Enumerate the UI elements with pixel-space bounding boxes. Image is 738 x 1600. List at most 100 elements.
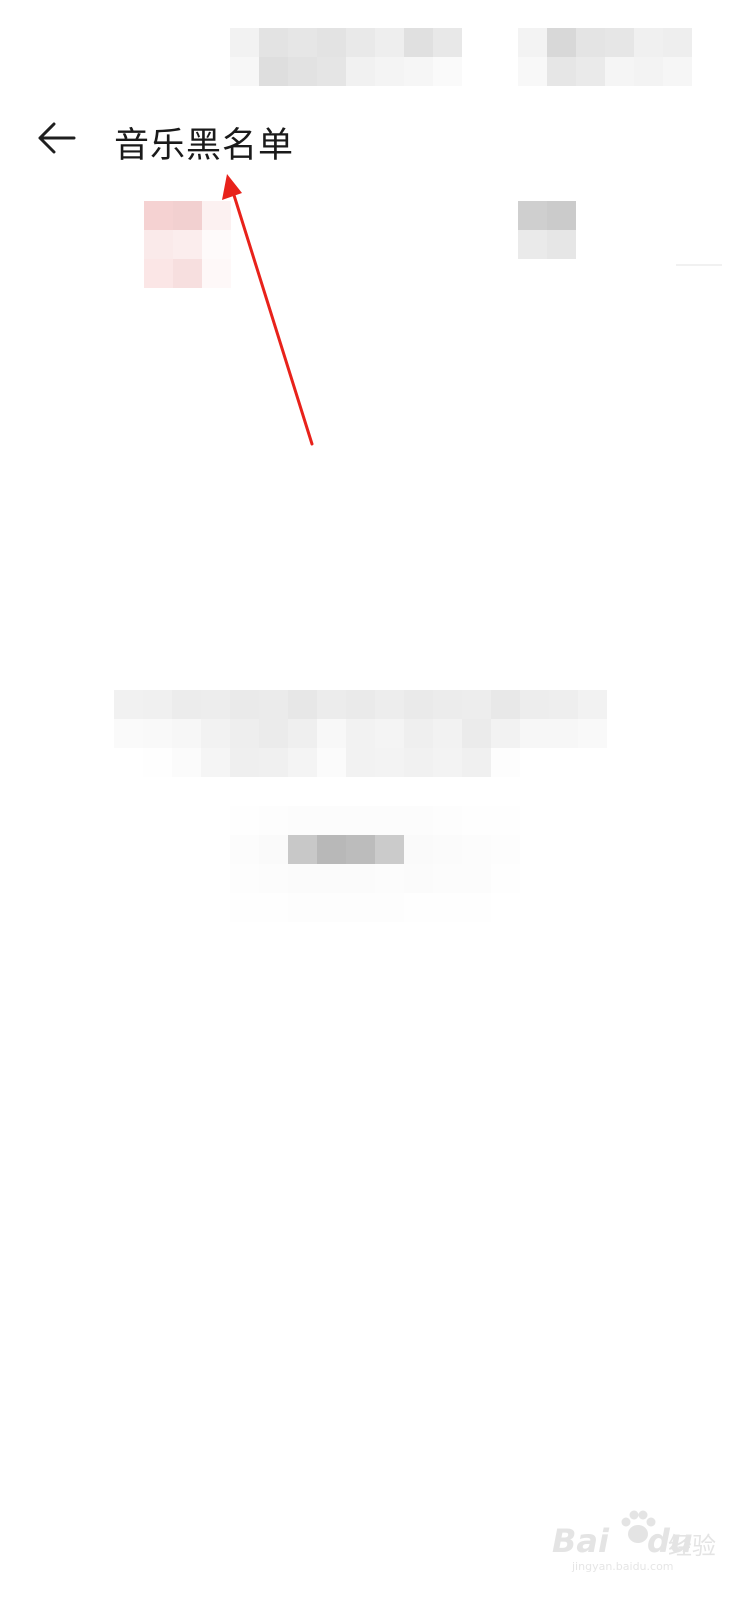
mosaic-cell [230, 835, 259, 864]
mosaic-cell [375, 57, 404, 86]
mosaic-cell [578, 748, 607, 777]
mosaic-cell [433, 690, 462, 719]
mosaic-cell [317, 893, 346, 922]
mosaic-cell [375, 748, 404, 777]
mosaic-cell [404, 806, 433, 835]
status-bar-left-pixelated [230, 28, 462, 86]
mosaic-cell [605, 57, 634, 86]
mosaic-cell [491, 748, 520, 777]
mosaic-cell [288, 748, 317, 777]
mosaic-cell [462, 690, 491, 719]
mosaic-cell [634, 28, 663, 57]
mosaic-cell [114, 719, 143, 748]
mosaic-cell [433, 748, 462, 777]
mosaic-cell [404, 748, 433, 777]
tab-songs-pixelated[interactable] [144, 201, 231, 288]
mosaic-cell [462, 748, 491, 777]
mosaic-cell [520, 748, 549, 777]
mosaic-cell [346, 835, 375, 864]
mosaic-cell [288, 835, 317, 864]
mosaic-cell [576, 28, 605, 57]
mosaic-cell [491, 719, 520, 748]
mosaic-cell [433, 835, 462, 864]
mosaic-cell [346, 806, 375, 835]
mosaic-cell [230, 690, 259, 719]
mosaic-cell [375, 28, 404, 57]
mosaic-cell [518, 57, 547, 86]
mosaic-cell [202, 201, 231, 230]
mosaic-cell [433, 864, 462, 893]
mosaic-cell [547, 28, 576, 57]
mosaic-cell [114, 748, 143, 777]
mosaic-cell [259, 690, 288, 719]
add-button-pixelated[interactable] [230, 806, 520, 922]
mosaic-cell [288, 893, 317, 922]
mosaic-cell [375, 690, 404, 719]
mosaic-cell [230, 28, 259, 57]
mosaic-cell [346, 748, 375, 777]
mosaic-cell [144, 230, 173, 259]
mosaic-cell [518, 230, 547, 259]
mosaic-cell [491, 835, 520, 864]
mosaic-cell [404, 28, 433, 57]
mosaic-cell [404, 690, 433, 719]
mosaic-cell [317, 864, 346, 893]
mosaic-cell [317, 690, 346, 719]
mosaic-cell [317, 748, 346, 777]
watermark-domain: jingyan.baidu.com [572, 1560, 674, 1573]
annotation-arrow-line [231, 190, 314, 446]
mosaic-cell [404, 864, 433, 893]
baidu-watermark: Bai du 经验 jingyan.baidu.com [552, 1506, 722, 1573]
mosaic-cell [433, 57, 462, 86]
mosaic-cell [375, 893, 404, 922]
mosaic-cell [202, 259, 231, 288]
mosaic-cell [259, 893, 288, 922]
mosaic-cell [549, 748, 578, 777]
mosaic-cell [259, 748, 288, 777]
mosaic-cell [518, 201, 547, 230]
mosaic-cell [520, 719, 549, 748]
paw-icon [621, 1510, 656, 1543]
mosaic-cell [317, 806, 346, 835]
mosaic-cell [143, 690, 172, 719]
mosaic-cell [317, 835, 346, 864]
app-header: 音乐黑名单 [0, 100, 738, 180]
mosaic-cell [375, 719, 404, 748]
annotation-arrow [222, 174, 314, 446]
mosaic-cell [549, 719, 578, 748]
mosaic-cell [346, 28, 375, 57]
tab-artists-pixelated[interactable] [518, 201, 576, 259]
mosaic-cell [143, 748, 172, 777]
mosaic-cell [230, 864, 259, 893]
mosaic-cell [404, 893, 433, 922]
mosaic-cell [288, 28, 317, 57]
mosaic-cell [288, 864, 317, 893]
mosaic-cell [375, 864, 404, 893]
mosaic-cell [201, 719, 230, 748]
mosaic-cell [173, 259, 202, 288]
mosaic-cell [375, 835, 404, 864]
mosaic-cell [259, 28, 288, 57]
mosaic-cell [317, 28, 346, 57]
mosaic-cell [491, 806, 520, 835]
mosaic-cell [230, 748, 259, 777]
mosaic-cell [317, 719, 346, 748]
mosaic-cell [172, 719, 201, 748]
mosaic-cell [547, 201, 576, 230]
mosaic-cell [404, 57, 433, 86]
mosaic-cell [491, 690, 520, 719]
mosaic-cell [491, 864, 520, 893]
back-button[interactable] [28, 114, 84, 162]
mosaic-cell [404, 719, 433, 748]
mosaic-cell [288, 719, 317, 748]
mosaic-cell [663, 57, 692, 86]
mosaic-cell [578, 719, 607, 748]
mosaic-cell [173, 230, 202, 259]
mosaic-cell [230, 806, 259, 835]
empty-state-message-pixelated [114, 690, 607, 777]
mosaic-cell [462, 806, 491, 835]
mosaic-cell [259, 806, 288, 835]
mosaic-cell [462, 835, 491, 864]
mosaic-cell [288, 690, 317, 719]
mosaic-cell [547, 57, 576, 86]
